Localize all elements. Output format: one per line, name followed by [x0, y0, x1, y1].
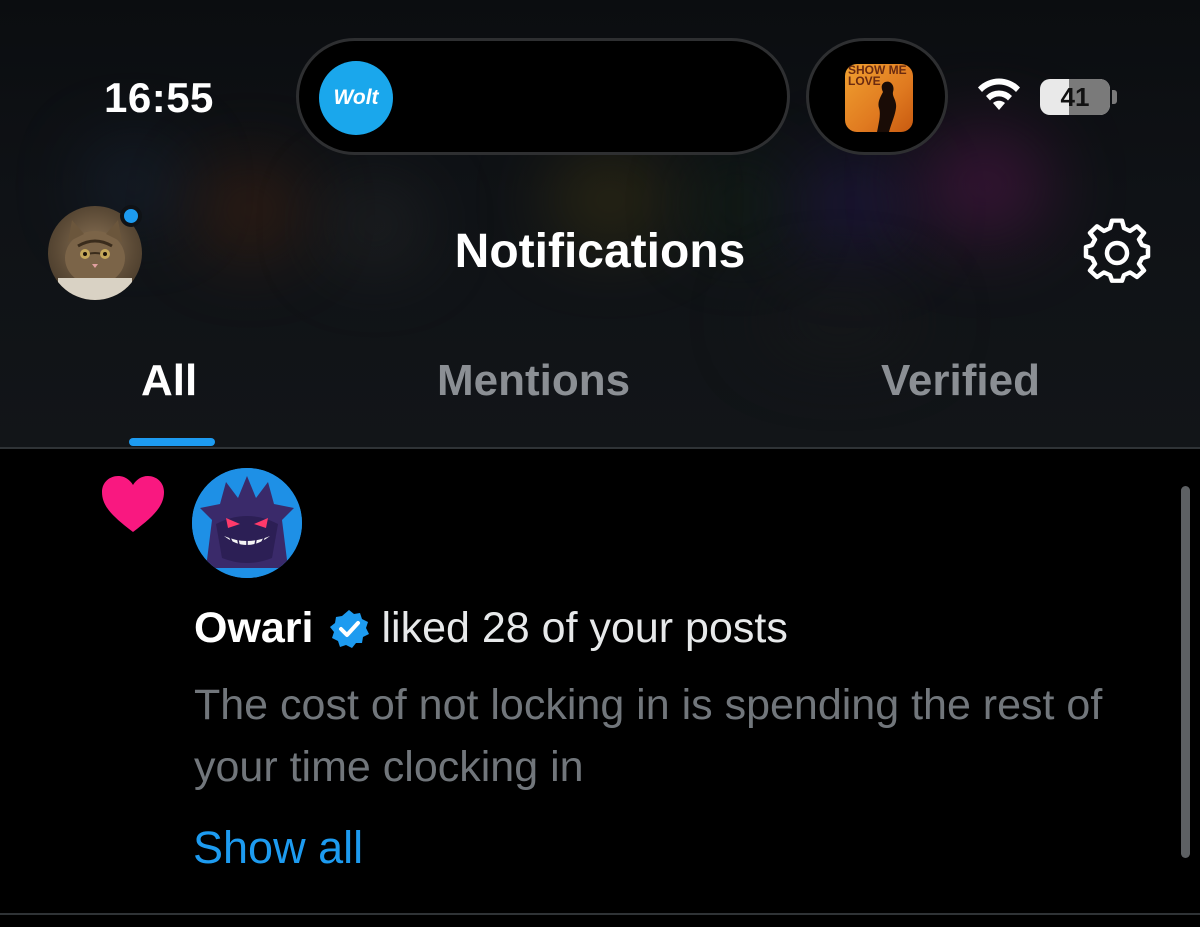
- album-art: SHOW ME LOVE: [845, 64, 913, 132]
- battery-level: 41: [1060, 81, 1090, 112]
- gear-icon: [1083, 218, 1151, 283]
- tab-all[interactable]: All: [141, 356, 197, 406]
- notification-summary: Owari liked 28 of your posts: [194, 604, 788, 653]
- dynamic-island-now-playing[interactable]: SHOW ME LOVE: [806, 38, 948, 155]
- notifications-screen: 16:55 Wolt SHOW ME LOVE 41 Notifications…: [0, 0, 1200, 927]
- scrollbar[interactable]: [1181, 486, 1190, 858]
- tab-verified[interactable]: Verified: [881, 356, 1040, 406]
- page-title: Notifications: [454, 225, 746, 278]
- settings-button[interactable]: [1082, 218, 1152, 288]
- notification-action: liked 28 of your posts: [381, 604, 788, 652]
- status-time: 16:55: [104, 74, 214, 121]
- user-avatar-owari[interactable]: [192, 468, 302, 578]
- battery-cap: [1112, 90, 1117, 104]
- heart-icon: [102, 476, 164, 532]
- tab-mentions[interactable]: Mentions: [437, 356, 630, 406]
- tabs-divider: [0, 447, 1200, 449]
- notification-user-name[interactable]: Owari: [194, 604, 314, 653]
- active-tab-indicator: [129, 438, 215, 446]
- post-preview-text[interactable]: The cost of not locking in is spending t…: [194, 674, 1184, 798]
- wolt-app-icon: Wolt: [319, 61, 393, 135]
- verified-badge-icon: [328, 608, 370, 650]
- notification-divider: [0, 913, 1200, 915]
- dynamic-island-live-activity[interactable]: Wolt: [296, 38, 790, 155]
- battery-indicator: 41: [1040, 79, 1110, 115]
- wolt-label: Wolt: [333, 86, 379, 109]
- show-all-link[interactable]: Show all: [193, 822, 363, 874]
- wifi-icon: [978, 78, 1020, 110]
